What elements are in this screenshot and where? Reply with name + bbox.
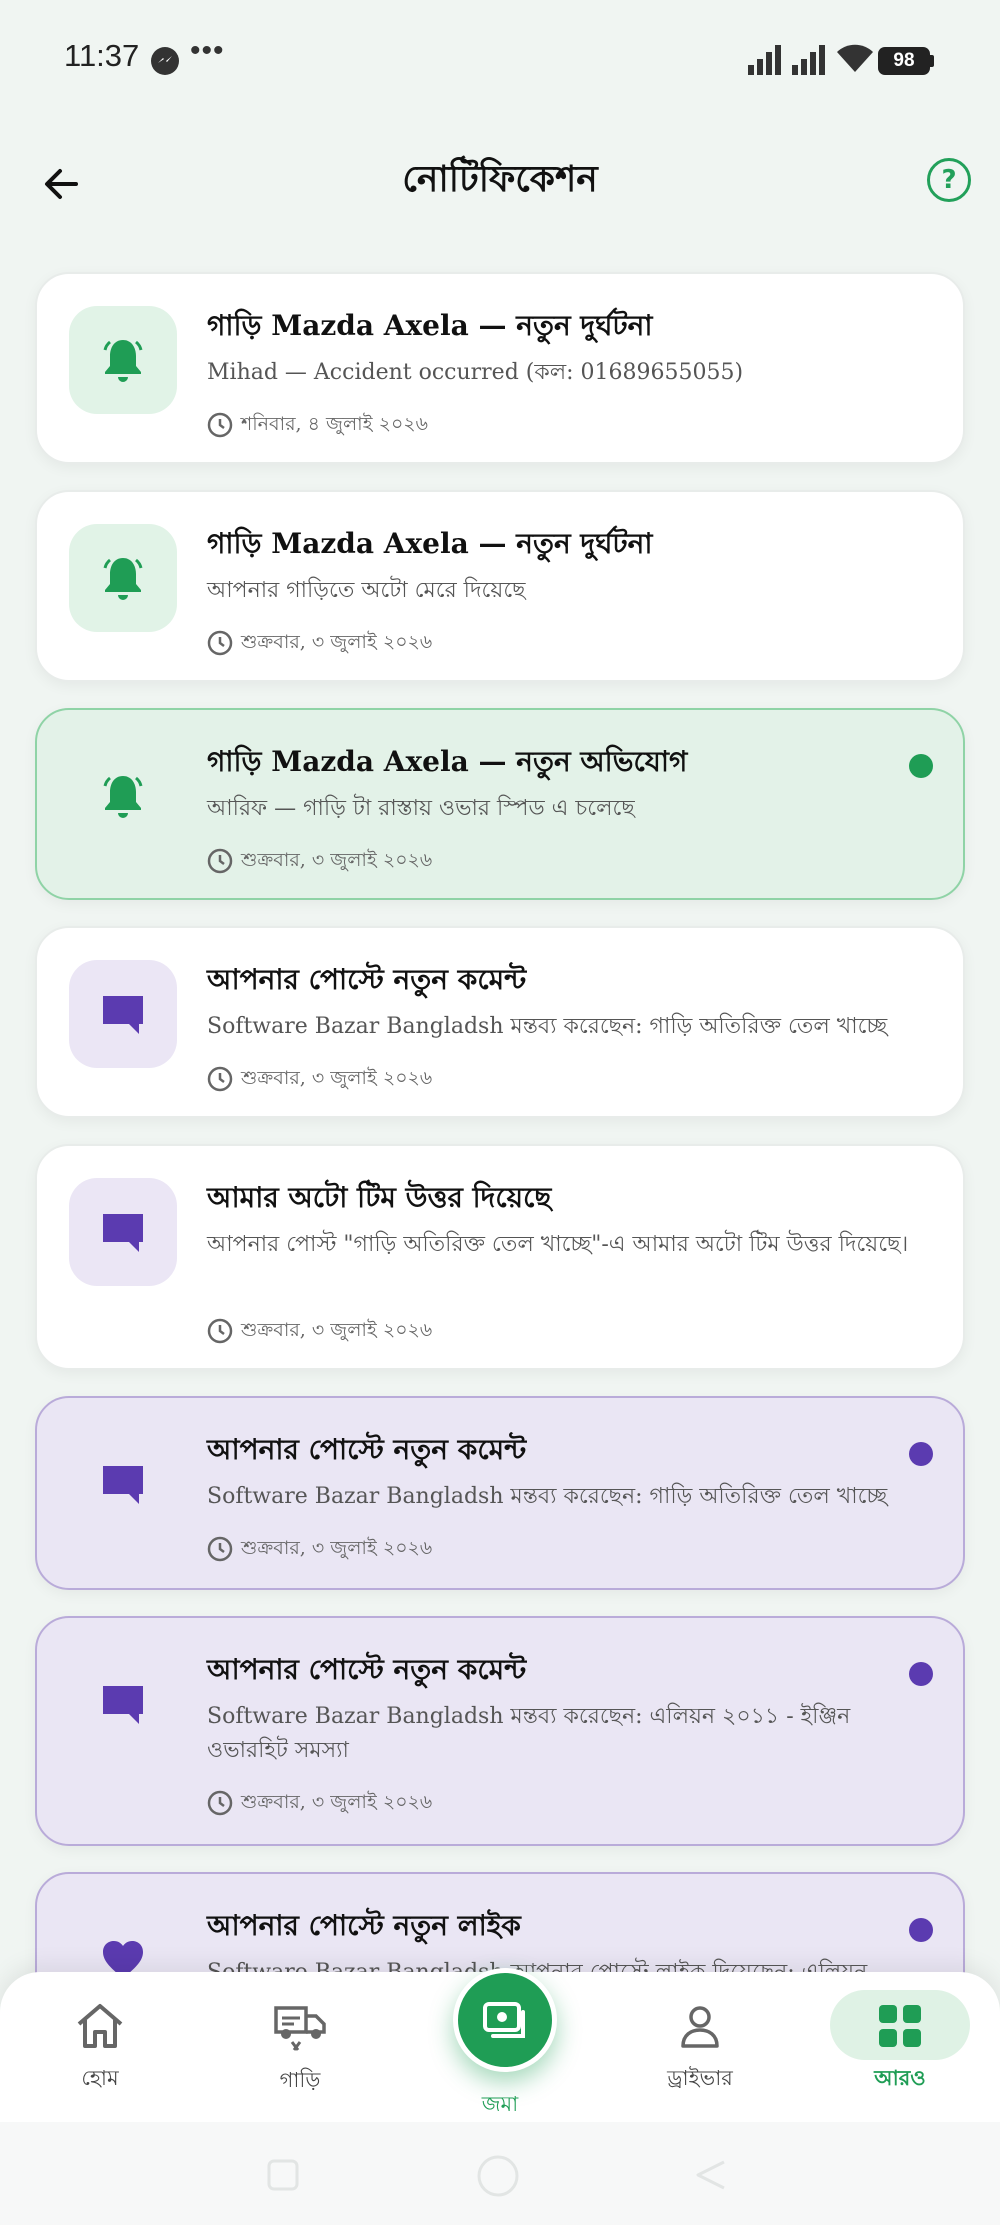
notification-date: শুক্রবার, ৩ জুলাই ২০২৬ bbox=[241, 631, 433, 653]
notification-icon-box bbox=[69, 960, 177, 1068]
nav-item-home[interactable]: হোম bbox=[20, 2002, 180, 2097]
notification-title: আপনার পোস্টে নতুন লাইক bbox=[207, 1909, 521, 1942]
unread-dot bbox=[909, 1442, 933, 1466]
battery-tip bbox=[930, 55, 934, 67]
clock-icon bbox=[207, 630, 233, 656]
nav-label-driver: ড্রাইভার bbox=[667, 2066, 733, 2090]
messenger-icon bbox=[151, 47, 179, 75]
notification-date-row: শনিবার, ৪ জুলাই ২০২৬ bbox=[207, 410, 428, 442]
notification-card-unread[interactable]: আপনার পোস্টে নতুন কমেন্ট Software Bazar … bbox=[35, 1396, 965, 1590]
clock-icon bbox=[207, 1066, 233, 1092]
notification-title: আপনার পোস্টে নতুন কমেন্ট bbox=[207, 1433, 527, 1466]
notification-icon-box bbox=[69, 524, 177, 632]
signal-icon bbox=[792, 45, 825, 75]
notification-title: আমার অটো টিম উত্তর দিয়েছে bbox=[207, 1181, 552, 1214]
clock-icon bbox=[207, 848, 233, 874]
notification-date: শুক্রবার, ৩ জুলাই ২০২৬ bbox=[241, 1537, 433, 1559]
system-navigation-bar bbox=[0, 2122, 1000, 2225]
bottom-navigation: হোম গাড়ি জমা ড্রাইভার আরও bbox=[0, 1968, 1000, 2122]
status-time: 11:37 bbox=[64, 38, 140, 73]
bell-icon bbox=[103, 776, 143, 818]
unread-dot bbox=[909, 754, 933, 778]
notification-card[interactable]: গাড়ি Mazda Axela — নতুন দুর্ঘটনা Mihad … bbox=[35, 272, 965, 464]
notification-card[interactable]: আমার অটো টিম উত্তর দিয়েছে আপনার পোস্ট "… bbox=[35, 1144, 965, 1370]
notification-list: গাড়ি Mazda Axela — নতুন দুর্ঘটনা Mihad … bbox=[35, 272, 965, 2092]
notification-title: আপনার পোস্টে নতুন কমেন্ট bbox=[207, 1653, 527, 1686]
nav-label-deposit: জমা bbox=[481, 2092, 519, 2116]
recents-icon[interactable] bbox=[266, 2158, 300, 2192]
nav-item-driver[interactable]: ড্রাইভার bbox=[620, 2002, 780, 2097]
clock-icon bbox=[207, 1790, 233, 1816]
grid-icon bbox=[879, 2005, 921, 2047]
nav-label-home: হোম bbox=[81, 2066, 119, 2090]
notification-date: শুক্রবার, ৩ জুলাই ২০২৬ bbox=[241, 1319, 433, 1341]
nav-label-more: আরও bbox=[874, 2066, 926, 2090]
deposit-button[interactable] bbox=[453, 1968, 557, 2072]
notification-card-unread[interactable]: আপনার পোস্টে নতুন কমেন্ট Software Bazar … bbox=[35, 1616, 965, 1846]
cash-icon bbox=[483, 2002, 525, 2038]
notification-body: Mihad — Accident occurred (কল: 016896550… bbox=[207, 360, 744, 385]
notification-body: আরিফ — গাড়ি টা রাস্তায় ওভার স্পিড এ চল… bbox=[207, 796, 635, 821]
nav-item-more[interactable]: আরও bbox=[820, 2002, 980, 2097]
bell-icon bbox=[103, 558, 143, 600]
notification-title: গাড়ি Mazda Axela — নতুন দুর্ঘটনা bbox=[207, 527, 653, 560]
notification-body: Software Bazar Bangladsh মন্তব্য করেছেন:… bbox=[207, 1014, 888, 1039]
clock-icon bbox=[207, 1318, 233, 1344]
clock-icon bbox=[207, 1536, 233, 1562]
notification-date: শুক্রবার, ৩ জুলাই ২০২৬ bbox=[241, 849, 433, 871]
status-bar: 11:37 ••• 98 bbox=[0, 0, 1000, 120]
battery-icon: 98 bbox=[878, 47, 930, 75]
home-circle-icon[interactable] bbox=[476, 2154, 520, 2198]
notification-card-unread[interactable]: গাড়ি Mazda Axela — নতুন অভিযোগ আরিফ — গ… bbox=[35, 708, 965, 900]
notification-body: আপনার গাড়িতে অটো মেরে দিয়েছে bbox=[207, 578, 526, 603]
notification-title: গাড়ি Mazda Axela — নতুন অভিযোগ bbox=[207, 745, 688, 778]
notification-body: Software Bazar Bangladsh মন্তব্য করেছেন:… bbox=[207, 1704, 851, 1763]
notification-date-row: শুক্রবার, ৩ জুলাই ২০২৬ bbox=[207, 1316, 432, 1348]
comment-icon bbox=[103, 996, 143, 1034]
notification-date-row: শুক্রবার, ৩ জুলাই ২০২৬ bbox=[207, 1534, 432, 1566]
app-header: নোটিফিকেশন ? bbox=[0, 120, 1000, 240]
wifi-icon bbox=[837, 44, 873, 72]
help-icon[interactable]: ? bbox=[927, 158, 971, 202]
notification-icon-box bbox=[69, 306, 177, 414]
notification-icon-box bbox=[69, 1430, 177, 1538]
unread-dot bbox=[909, 1662, 933, 1686]
comment-icon bbox=[103, 1466, 143, 1504]
notification-date-row: শুক্রবার, ৩ জুলাই ২০২৬ bbox=[207, 628, 432, 660]
person-icon bbox=[681, 2006, 719, 2048]
more-notifications-icon: ••• bbox=[190, 34, 225, 67]
notification-date: শুক্রবার, ৩ জুলাই ২০২৬ bbox=[241, 1067, 433, 1089]
unread-dot bbox=[909, 1918, 933, 1942]
page-title: নোটিফিকেশন bbox=[402, 159, 598, 200]
back-triangle-icon[interactable] bbox=[694, 2158, 728, 2192]
nav-item-vehicles[interactable]: গাড়ি bbox=[220, 2002, 380, 2099]
signal-icon bbox=[748, 45, 781, 75]
notification-date-row: শুক্রবার, ৩ জুলাই ২০২৬ bbox=[207, 1064, 432, 1096]
notification-icon-box bbox=[69, 1178, 177, 1286]
notification-title: আপনার পোস্টে নতুন কমেন্ট bbox=[207, 963, 527, 996]
notification-body: আপনার পোস্ট "গাড়ি অতিরিক্ত তেল খাচ্ছে"-… bbox=[207, 1232, 909, 1257]
notification-body: Software Bazar Bangladsh মন্তব্য করেছেন:… bbox=[207, 1484, 888, 1509]
clock-icon bbox=[207, 412, 233, 438]
notification-date: শুক্রবার, ৩ জুলাই ২০২৬ bbox=[241, 1791, 433, 1813]
notification-icon-box bbox=[69, 742, 177, 850]
notification-date: শনিবার, ৪ জুলাই ২০২৬ bbox=[241, 413, 429, 435]
notification-icon-box bbox=[69, 1650, 177, 1758]
notification-date-row: শুক্রবার, ৩ জুলাই ২০২৬ bbox=[207, 1788, 432, 1820]
notification-card[interactable]: আপনার পোস্টে নতুন কমেন্ট Software Bazar … bbox=[35, 926, 965, 1118]
bell-icon bbox=[103, 340, 143, 382]
notification-card[interactable]: গাড়ি Mazda Axela — নতুন দুর্ঘটনা আপনার … bbox=[35, 490, 965, 682]
nav-label-vehicles: গাড়ি bbox=[279, 2068, 321, 2092]
truck-icon bbox=[274, 2006, 326, 2051]
comment-icon bbox=[103, 1214, 143, 1252]
comment-icon bbox=[103, 1686, 143, 1724]
home-icon bbox=[77, 2004, 123, 2048]
notification-date-row: শুক্রবার, ৩ জুলাই ২০২৬ bbox=[207, 846, 432, 878]
notification-title: গাড়ি Mazda Axela — নতুন দুর্ঘটনা bbox=[207, 309, 653, 342]
